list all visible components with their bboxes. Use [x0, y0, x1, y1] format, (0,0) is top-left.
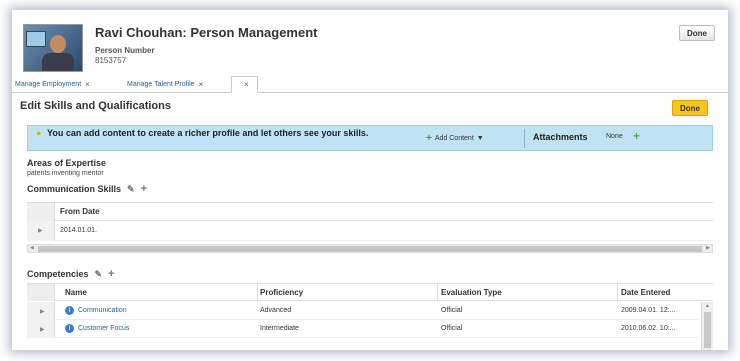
evaluation-type-cell: Official [441, 307, 463, 314]
communication-skills-header: Communication Skills ✎ + [27, 183, 147, 195]
competencies-table: Name Proficiency Evaluation Type Date En… [27, 283, 713, 350]
tab-current[interactable]: × [231, 76, 258, 93]
person-number-label: Person Number [95, 46, 155, 55]
person-photo [23, 24, 83, 72]
lightbulb-icon: ● [36, 128, 42, 138]
communication-skills-table: From Date ▶ 2014.01.01. ◀ ▶ [27, 202, 713, 260]
table-row[interactable]: ▶ i Customer Focus Intermediate Official… [27, 320, 699, 338]
attachments-label: Attachments [533, 132, 588, 142]
scrollbar-thumb[interactable] [38, 246, 702, 252]
vertical-scrollbar[interactable]: ▲ [701, 302, 713, 350]
header-done-button[interactable]: Done [679, 25, 715, 41]
column-header-proficiency[interactable]: Proficiency [260, 288, 303, 297]
from-date-cell: 2014.01.01. [60, 227, 97, 234]
attachments-value: None [606, 133, 623, 140]
tab-manage-talent-profile[interactable]: Manage Talent Profile × [127, 76, 203, 93]
info-bar: ● You can add content to create a richer… [27, 125, 713, 151]
column-header-name[interactable]: Name [65, 288, 87, 297]
scrollbar-thumb[interactable] [704, 312, 711, 348]
expand-arrow-icon[interactable]: ▶ [40, 308, 45, 315]
proficiency-cell: Intermediate [260, 325, 299, 332]
edit-pencil-icon[interactable]: ✎ [127, 184, 135, 195]
areas-of-expertise-value: patents inventing mentor [27, 170, 104, 177]
close-icon[interactable]: × [199, 80, 204, 89]
tab-manage-employment[interactable]: Manage Employment × [15, 76, 90, 93]
info-icon[interactable]: i [65, 306, 74, 315]
close-icon[interactable]: × [85, 80, 90, 89]
proficiency-cell: Advanced [260, 307, 292, 314]
section-title: Competencies [27, 269, 89, 279]
tab-label: Manage Employment [15, 81, 82, 88]
column-header-evaluation-type[interactable]: Evaluation Type [441, 288, 502, 297]
competency-name-link[interactable]: Communication [78, 307, 127, 314]
evaluation-type-cell: Official [441, 325, 463, 332]
horizontal-scrollbar[interactable]: ◀ ▶ [27, 244, 713, 253]
tab-label: Manage Talent Profile [127, 81, 195, 88]
competency-name-link[interactable]: Customer Focus [78, 325, 129, 332]
info-message: You can add content to create a richer p… [47, 128, 369, 138]
done-button[interactable]: Done [672, 100, 708, 116]
person-number-value: 8153757 [95, 56, 127, 65]
add-attachment-icon[interactable]: + [633, 129, 640, 143]
divider [524, 129, 525, 148]
add-icon[interactable]: + [108, 268, 114, 280]
scroll-left-icon[interactable]: ◀ [30, 245, 34, 251]
expand-arrow-icon[interactable]: ▶ [40, 326, 45, 333]
areas-of-expertise-title: Areas of Expertise [27, 158, 107, 168]
date-entered-cell: 2009.04.01. 12:... [621, 307, 676, 314]
date-entered-cell: 2010.06.02. 10:... [621, 325, 676, 332]
close-icon[interactable]: × [244, 80, 249, 89]
add-icon[interactable]: + [141, 183, 147, 195]
chevron-down-icon: ▼ [476, 135, 484, 142]
scroll-up-icon[interactable]: ▲ [705, 303, 710, 309]
competencies-header: Competencies ✎ + [27, 268, 115, 280]
column-header-date-entered[interactable]: Date Entered [621, 288, 670, 297]
edit-pencil-icon[interactable]: ✎ [95, 269, 103, 280]
page-title: Edit Skills and Qualifications [20, 100, 171, 112]
plus-icon: + [426, 133, 432, 144]
table-row[interactable]: ▶ 2014.01.01. [27, 221, 713, 241]
app-window: Ravi Chouhan: Person Management Person N… [12, 10, 728, 350]
add-content-label: Add Content [434, 135, 474, 142]
info-icon[interactable]: i [65, 324, 74, 333]
section-title: Communication Skills [27, 184, 122, 194]
column-header-from-date[interactable]: From Date [60, 207, 100, 216]
page-heading: Ravi Chouhan: Person Management [95, 25, 318, 40]
table-row[interactable]: ▶ i Communication Advanced Official 2009… [27, 302, 699, 320]
add-content-menu[interactable]: + Add Content ▼ [426, 133, 484, 144]
table-header: From Date [27, 203, 713, 221]
expand-arrow-icon[interactable]: ▶ [38, 227, 43, 234]
scroll-right-icon[interactable]: ▶ [706, 245, 710, 251]
tab-bar: Manage Employment × Manage Talent Profil… [12, 76, 728, 93]
table-header: Name Proficiency Evaluation Type Date En… [27, 284, 713, 301]
